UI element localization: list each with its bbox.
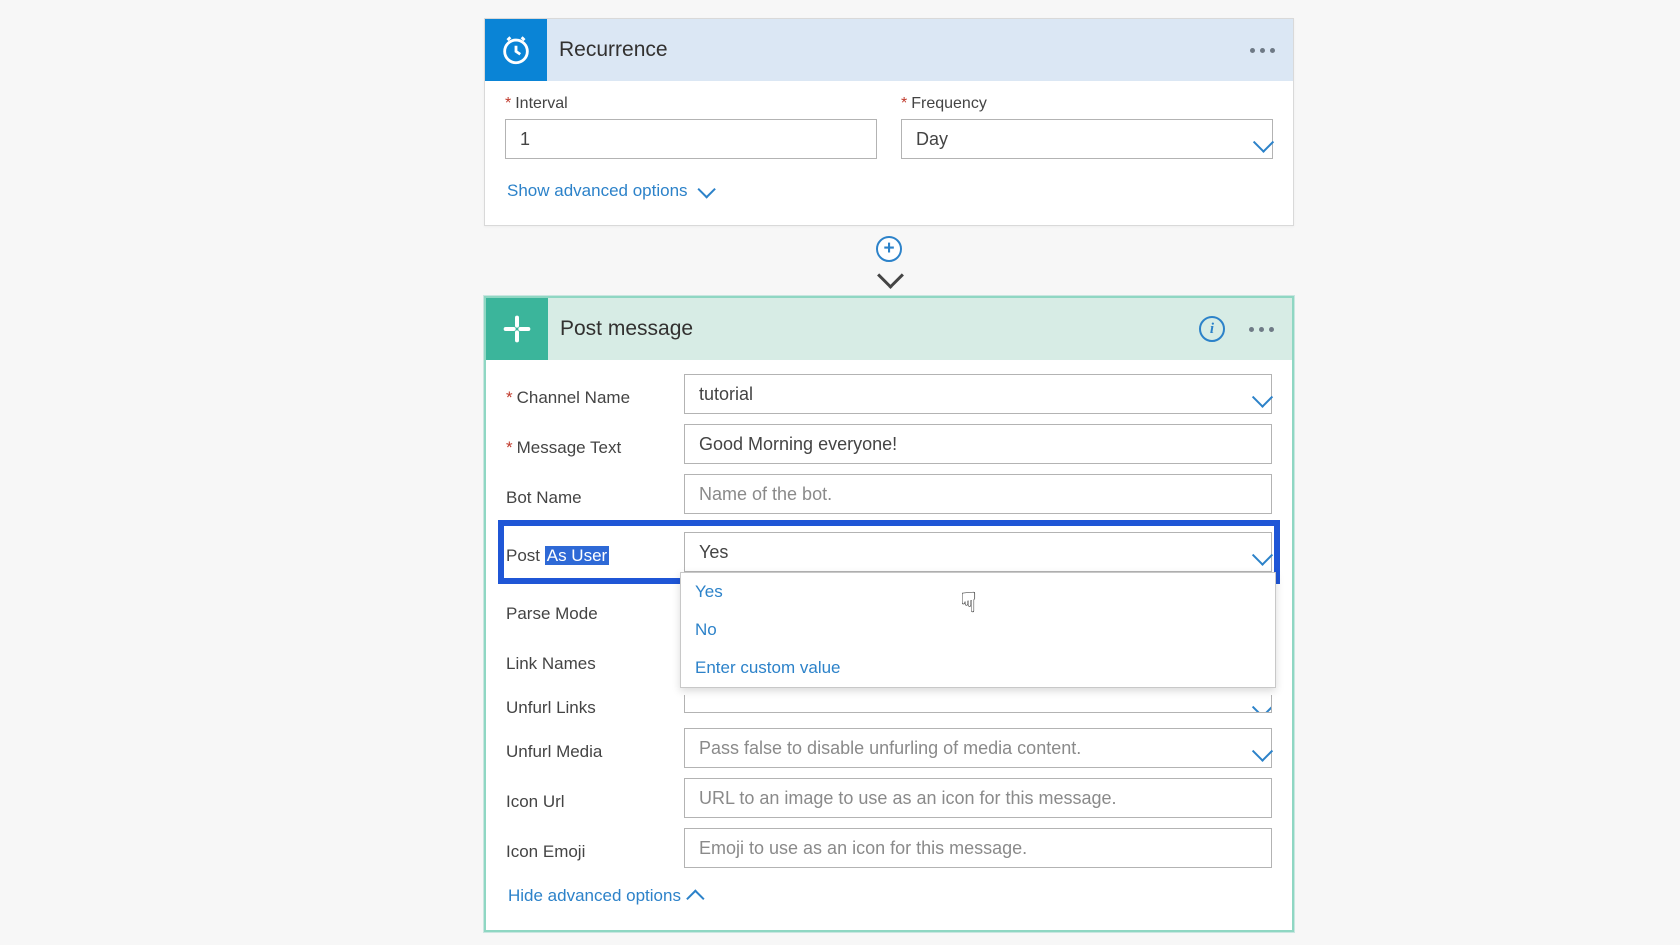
message-text-label: *Message Text <box>506 430 684 458</box>
option-yes[interactable]: Yes <box>681 573 1275 611</box>
link-names-label: Link Names <box>506 646 684 674</box>
bot-name-input[interactable]: Name of the bot. <box>684 474 1272 514</box>
post-message-body: *Channel Name tutorial *Message Text Goo… <box>486 360 1292 930</box>
post-as-user-select[interactable]: Yes <box>684 532 1272 572</box>
post-message-card: Post message i *Channel Name tutorial *M… <box>484 296 1294 932</box>
interval-label: *Interval <box>505 95 877 113</box>
option-no[interactable]: No <box>681 611 1275 649</box>
unfurl-links-label: Unfurl Links <box>506 690 684 718</box>
post-message-title: Post message <box>560 317 693 341</box>
unfurl-media-label: Unfurl Media <box>506 734 684 762</box>
post-message-more-icon[interactable] <box>1249 327 1274 332</box>
frequency-select[interactable]: Day <box>901 119 1273 159</box>
post-message-header[interactable]: Post message i <box>486 298 1292 360</box>
icon-url-label: Icon Url <box>506 784 684 812</box>
slack-icon <box>486 298 548 360</box>
show-advanced-toggle[interactable]: Show advanced options <box>507 181 711 201</box>
option-custom[interactable]: Enter custom value <box>681 649 1275 687</box>
channel-name-select[interactable]: tutorial <box>684 374 1272 414</box>
post-as-user-dropdown: Yes No Enter custom value <box>680 572 1276 688</box>
frequency-label: *Frequency <box>901 95 1273 113</box>
icon-emoji-label: Icon Emoji <box>506 834 684 862</box>
parse-mode-label: Parse Mode <box>506 596 684 624</box>
post-as-user-label: Post As User <box>506 538 684 566</box>
add-step-button[interactable]: + <box>876 236 902 262</box>
unfurl-media-select[interactable]: Pass false to disable unfurling of media… <box>684 728 1272 768</box>
recurrence-icon <box>485 19 547 81</box>
chevron-up-icon <box>691 890 704 903</box>
recurrence-header[interactable]: Recurrence <box>485 19 1293 81</box>
unfurl-links-select[interactable]: Pass true to enable unfurling of primari… <box>684 695 1272 713</box>
recurrence-body: *Interval 1 *Frequency Day Show advanced… <box>485 81 1293 225</box>
bot-name-label: Bot Name <box>506 480 684 508</box>
chevron-down-icon <box>698 185 711 198</box>
recurrence-more-icon[interactable] <box>1250 48 1275 53</box>
recurrence-title: Recurrence <box>559 38 668 62</box>
message-text-input[interactable]: Good Morning everyone! <box>684 424 1272 464</box>
icon-emoji-input[interactable]: Emoji to use as an icon for this message… <box>684 828 1272 868</box>
icon-url-input[interactable]: URL to an image to use as an icon for th… <box>684 778 1272 818</box>
channel-name-label: *Channel Name <box>506 380 684 408</box>
info-icon[interactable]: i <box>1199 316 1225 342</box>
interval-input[interactable]: 1 <box>505 119 877 159</box>
post-as-user-row: Post As User Yes Yes No Enter custom val… <box>502 524 1276 580</box>
recurrence-card: Recurrence *Interval 1 *Frequency Day <box>484 18 1294 226</box>
hide-advanced-toggle[interactable]: Hide advanced options <box>508 886 704 906</box>
connector: + <box>484 236 1294 294</box>
